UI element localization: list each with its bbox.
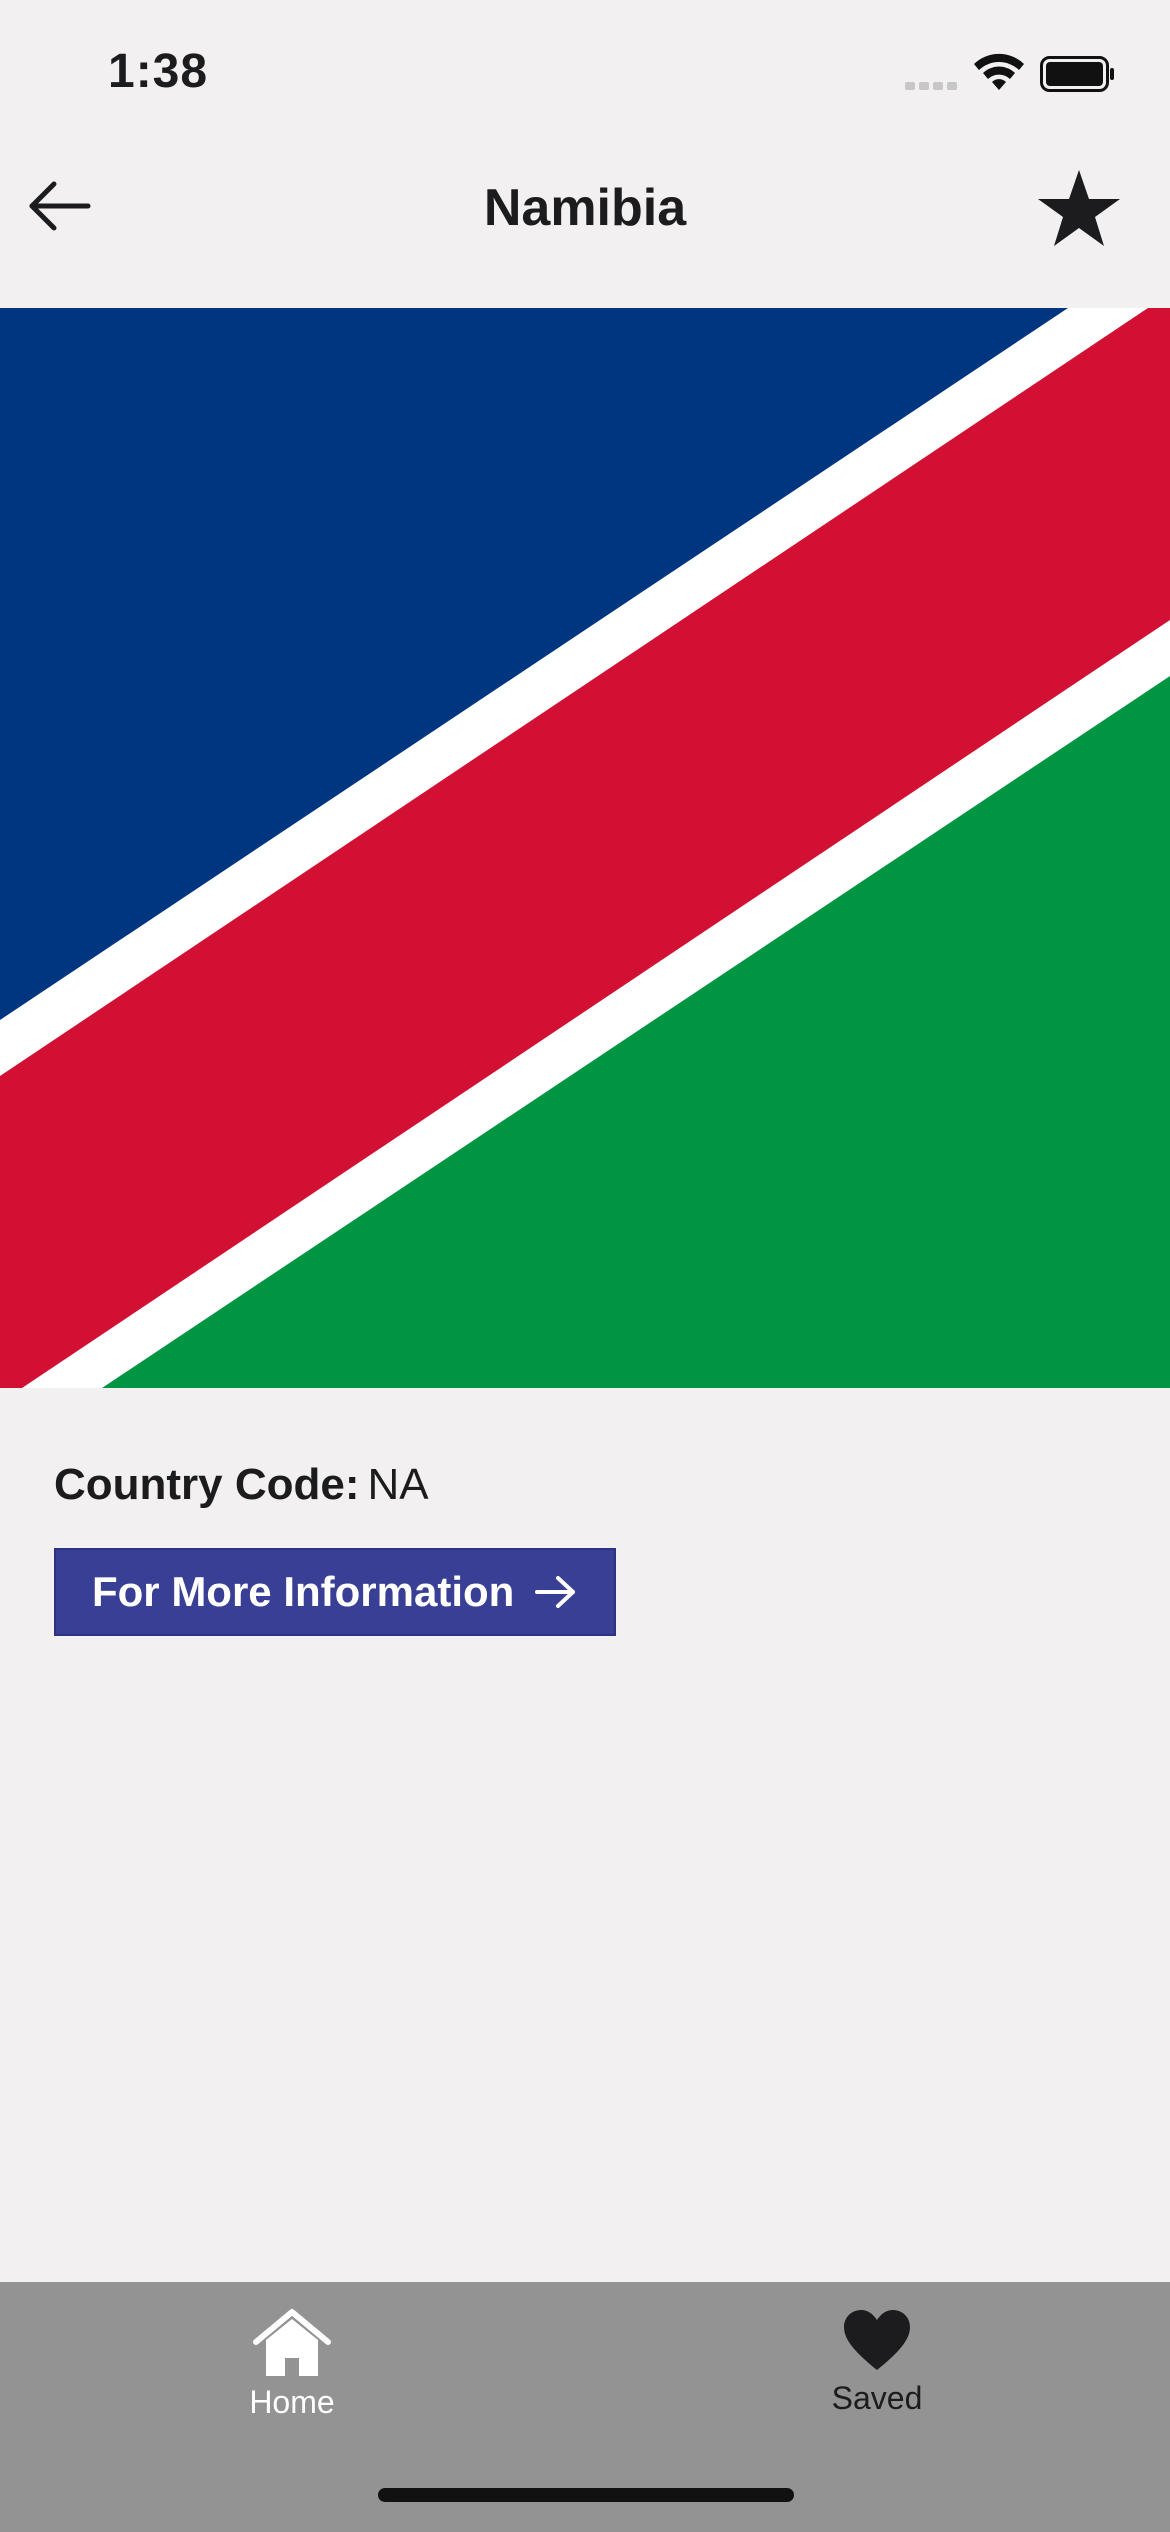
home-icon [253,2309,331,2376]
country-code-label: Country Code: [54,1460,360,1509]
favorite-button[interactable] [1036,166,1122,250]
heart-icon [844,2310,910,2370]
country-flag [0,308,1170,1388]
more-information-button[interactable]: For More Information [54,1548,616,1636]
navigation-bar: Namibia [0,150,1170,308]
more-information-label: For More Information [92,1568,515,1615]
page-title: Namibia [483,179,687,237]
tab-saved-label: Saved [831,2380,923,2416]
arrow-right-icon [535,1576,576,1608]
country-code-value: NA [367,1460,429,1509]
country-code-row: Country Code: NA [54,1460,429,1510]
home-indicator[interactable] [378,2488,794,2502]
star-icon [1038,170,1120,246]
status-bar: 1:38 [0,0,1170,150]
status-time: 1:38 [108,45,209,98]
tab-home-label: Home [249,2384,335,2420]
battery-icon [1040,56,1114,92]
tab-saved[interactable]: Saved [777,2308,977,2417]
tab-home[interactable]: Home [192,2308,392,2421]
signal-icon [905,82,957,90]
wifi-icon [974,53,1024,90]
